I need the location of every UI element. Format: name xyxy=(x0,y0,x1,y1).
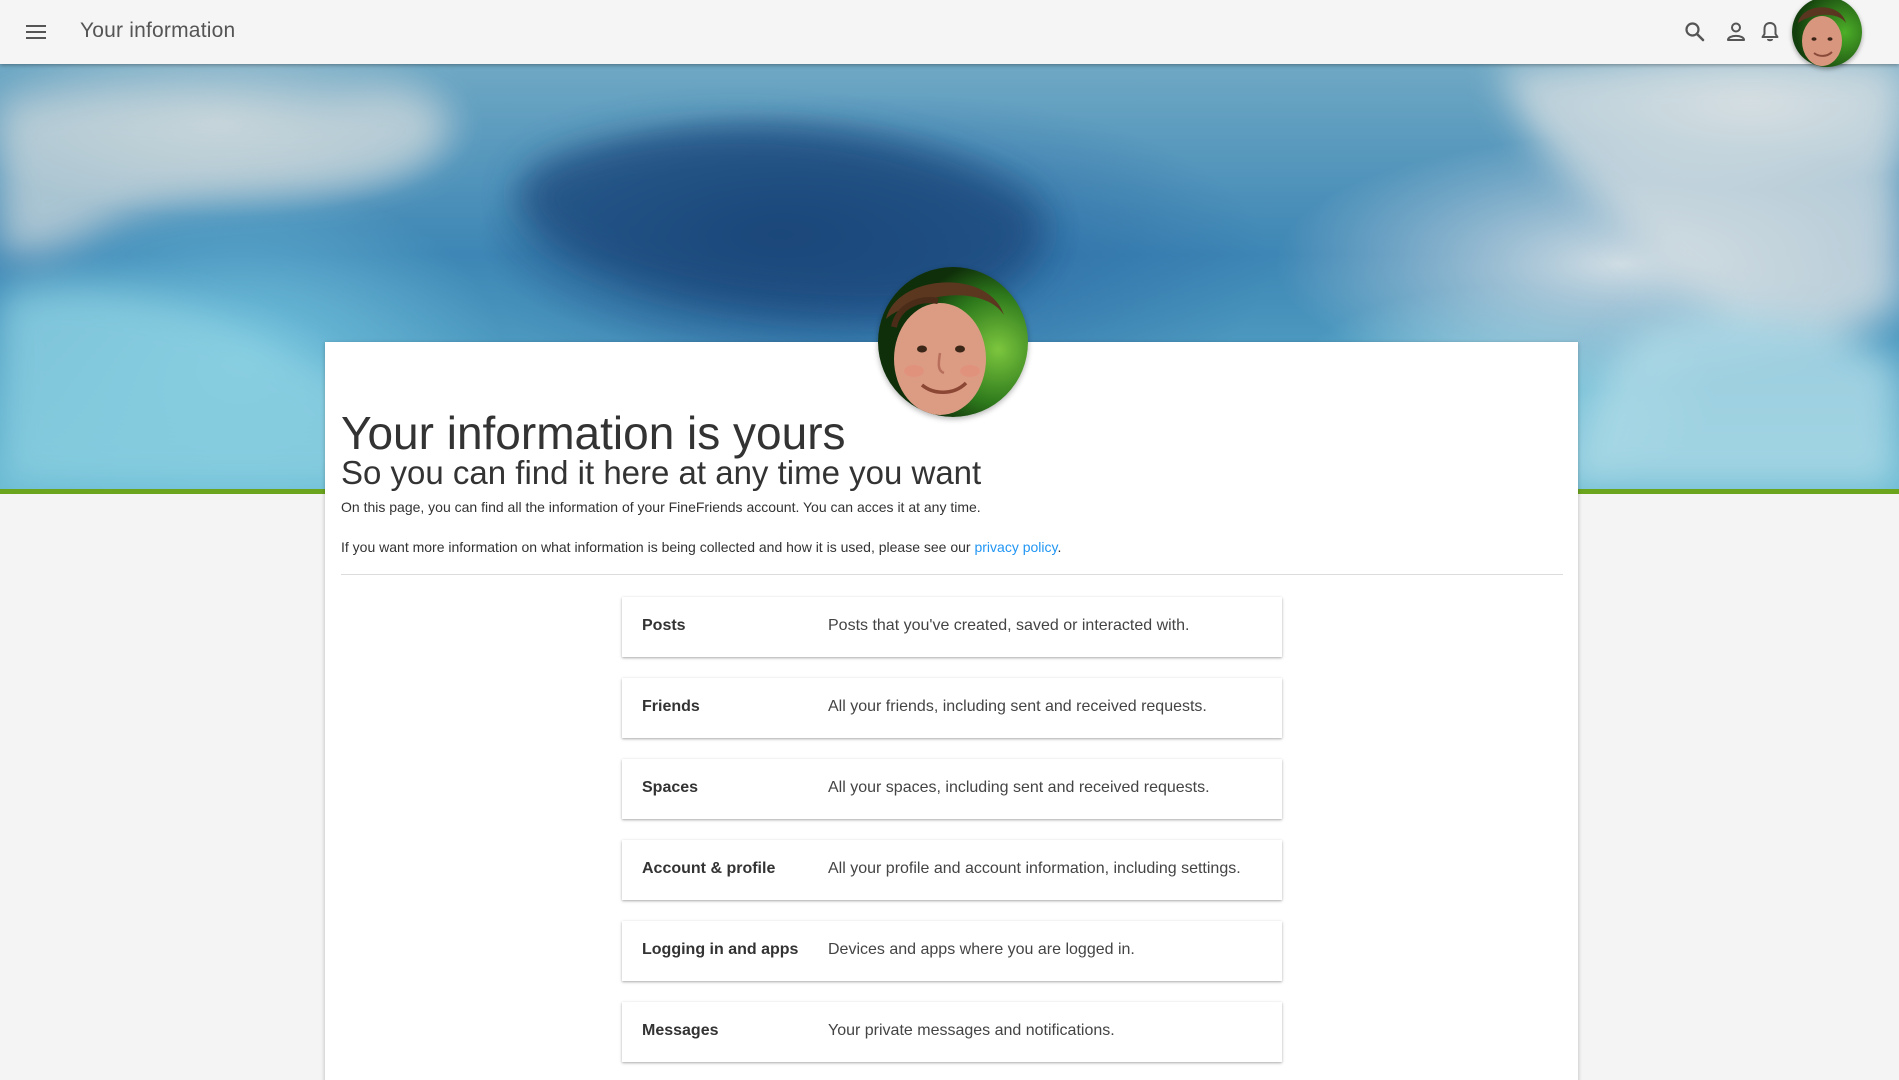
user-avatar[interactable] xyxy=(1792,0,1862,67)
category-name: Posts xyxy=(642,617,686,634)
page: Your information Your information is you… xyxy=(0,0,1899,1080)
category-description: Your private messages and notifications. xyxy=(828,1022,1115,1039)
app-title: Your information xyxy=(80,19,236,42)
person-icon[interactable] xyxy=(1722,18,1750,46)
category-description: Devices and apps where you are logged in… xyxy=(828,941,1135,958)
category-name: Friends xyxy=(642,698,700,715)
page-headline: Your information is yours xyxy=(341,407,846,459)
category-posts[interactable]: Posts Posts that you've created, saved o… xyxy=(622,597,1282,657)
category-messages[interactable]: Messages Your private messages and notif… xyxy=(622,1002,1282,1062)
category-description: All your profile and account information… xyxy=(828,860,1241,877)
profile-avatar xyxy=(878,267,1028,417)
category-account-profile[interactable]: Account & profile All your profile and a… xyxy=(622,840,1282,900)
category-name: Spaces xyxy=(642,779,699,796)
divider xyxy=(341,574,1563,575)
category-name: Account & profile xyxy=(642,860,776,877)
privacy-policy-link[interactable]: privacy policy xyxy=(974,539,1057,555)
category-name: Logging in and apps xyxy=(642,941,799,958)
category-friends[interactable]: Friends All your friends, including sent… xyxy=(622,678,1282,738)
page-subheadline: So you can find it here at any time you … xyxy=(341,454,982,491)
category-description: Posts that you've created, saved or inte… xyxy=(828,617,1190,634)
category-name: Messages xyxy=(642,1022,719,1039)
category-spaces[interactable]: Spaces All your spaces, including sent a… xyxy=(622,759,1282,819)
search-icon[interactable] xyxy=(1681,18,1709,46)
intro-text: On this page, you can find all the infor… xyxy=(341,499,981,515)
menu-icon[interactable] xyxy=(21,20,51,44)
more-info-prefix: If you want more information on what inf… xyxy=(341,539,975,555)
more-info-suffix: . xyxy=(1057,539,1062,555)
more-info-text: If you want more information on what inf… xyxy=(341,539,1061,555)
category-description: All your spaces, including sent and rece… xyxy=(828,779,1210,796)
category-logging-in-apps[interactable]: Logging in and apps Devices and apps whe… xyxy=(622,921,1282,981)
category-list: Posts Posts that you've created, saved o… xyxy=(622,597,1282,1080)
top-app-bar: Your information xyxy=(0,0,1899,64)
information-card: Your information is yours So you can fin… xyxy=(325,342,1578,1080)
bell-icon[interactable] xyxy=(1756,18,1784,46)
category-description: All your friends, including sent and rec… xyxy=(828,698,1207,715)
